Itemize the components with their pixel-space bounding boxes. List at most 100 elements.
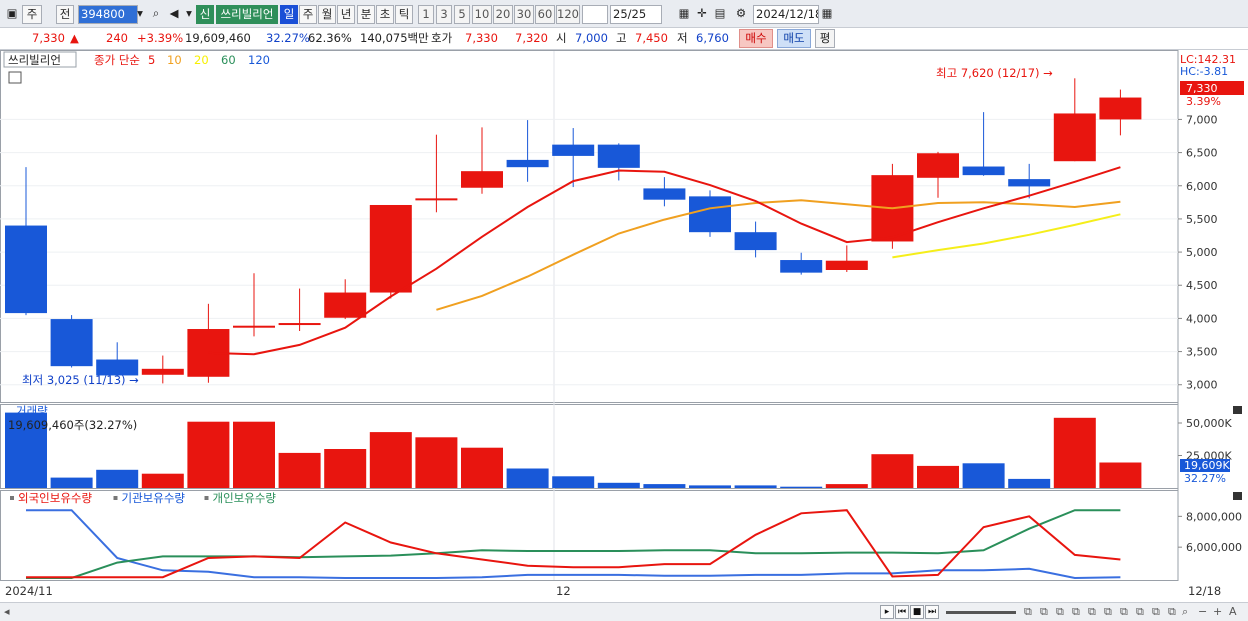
toolbar-button-9[interactable]: 쓰리빌리언 — [216, 5, 278, 24]
toolbar-button-20[interactable]: 10 — [472, 5, 492, 24]
toolbar-button-12[interactable]: 월 — [318, 5, 336, 24]
copy-icon-0[interactable]: ⧉ — [1024, 605, 1032, 619]
volume-panel-close-icon[interactable] — [1233, 406, 1242, 414]
toolbar-input-25[interactable] — [582, 5, 608, 24]
volume-bar — [871, 454, 914, 488]
high-note: 최고 7,620 (12/17) → — [936, 66, 1053, 80]
toolbar-input-31[interactable]: 2024/12/18 — [753, 5, 819, 24]
ma-title: 종가 단순 — [94, 53, 140, 67]
ma-period-120: 120 — [248, 53, 270, 67]
toolbar-button-22[interactable]: 30 — [514, 5, 534, 24]
scroll-right-icon[interactable]: ▸ — [880, 605, 894, 619]
price-change-pct: +3.39% — [137, 31, 184, 45]
grid-icon[interactable]: ▦ — [676, 5, 692, 24]
volume-bar — [825, 484, 868, 488]
toolbar-button-10[interactable]: 일 — [280, 5, 298, 24]
font-size-icon[interactable]: A — [1229, 605, 1237, 619]
high-price: 7,450 — [635, 31, 668, 45]
layout-icon-2[interactable]: ⧉ — [1056, 605, 1064, 619]
toolbar-button-24[interactable]: 120 — [556, 5, 580, 24]
tool-icon-4[interactable]: ⧉ — [1088, 605, 1096, 619]
chart-scroll-bar[interactable]: ◂ ▸ ⏮ ■ ⏭ ⧉ ⧉ ⧉ ⧉ ⧉ ⧉ ⧉ ⧉ ⧉ ⧉ ⌕ − + A — [0, 602, 1248, 621]
candle-body — [141, 368, 184, 375]
price-panel — [0, 50, 1179, 403]
price-badge: 7,330 — [1186, 82, 1218, 95]
holding-panel-close-icon[interactable] — [1233, 492, 1242, 500]
volume-badge-pct: 32.27% — [1184, 472, 1226, 485]
holding-tick-label: 8,000,000 — [1186, 510, 1242, 523]
candle-body — [917, 153, 959, 178]
volume-bar — [187, 421, 230, 488]
toolbar-input-26[interactable]: 25/25 — [610, 5, 662, 24]
toolbar-button-17[interactable]: 1 — [418, 5, 434, 24]
toolbar-button-1[interactable]: 주 — [22, 5, 42, 24]
volume-bar — [1008, 478, 1051, 488]
high-label: 고 — [616, 31, 627, 45]
toolbar-button-2[interactable]: 전 — [56, 5, 74, 24]
candle-body — [506, 159, 549, 168]
tool-icon-6[interactable]: ⧉ — [1120, 605, 1128, 619]
gear-icon[interactable]: ⚙ — [732, 5, 750, 24]
table-toggle-icon[interactable] — [8, 71, 22, 84]
tool-icon-7[interactable]: ⧉ — [1136, 605, 1144, 619]
zoom-search-icon[interactable]: ⌕ — [1182, 605, 1188, 619]
price-tick-label: 5,500 — [1186, 213, 1218, 226]
candle-body — [5, 225, 47, 314]
candle-body — [962, 166, 1005, 176]
toolbar-button-13[interactable]: 년 — [337, 5, 355, 24]
zoom-in-icon[interactable]: + — [1213, 605, 1222, 619]
toolbar-button-23[interactable]: 60 — [535, 5, 555, 24]
price-tick-label: 4,500 — [1186, 279, 1218, 292]
evaluate-button[interactable]: 평 — [815, 29, 835, 48]
scroll-left-icon[interactable]: ◂ — [4, 605, 10, 619]
crosshair-icon[interactable]: ✛ — [694, 5, 710, 24]
calendar-icon[interactable]: ▦ — [819, 5, 835, 24]
dropdown-icon[interactable]: ▾ — [183, 5, 195, 24]
speaker-icon[interactable]: ◀ — [166, 5, 182, 24]
window-icon[interactable]: ▣ — [4, 5, 20, 24]
buy-button[interactable]: 매수 — [739, 29, 773, 48]
dropdown-icon[interactable]: ▾ — [133, 5, 147, 24]
toolbar-input-3[interactable]: 394800 — [78, 5, 138, 24]
ask-price: 7,330 — [465, 31, 498, 45]
toolbar-button-8[interactable]: 신 — [196, 5, 214, 24]
price-tick-label: 5,000 — [1186, 246, 1218, 259]
volume-tick-label: 50,000K — [1186, 417, 1232, 430]
toolbar-button-18[interactable]: 3 — [436, 5, 452, 24]
price-change: 240 — [106, 31, 128, 45]
candle-body — [369, 204, 412, 293]
volume-value-label: 19,609,460주(32.27%) — [8, 418, 137, 432]
stop-icon[interactable]: ■ — [910, 605, 924, 619]
volume-bar — [96, 469, 139, 488]
zoom-slider[interactable] — [946, 611, 1016, 614]
tool-icon-3[interactable]: ⧉ — [1072, 605, 1080, 619]
up-arrow-icon: ▲ — [70, 31, 79, 45]
ma-period-20: 20 — [194, 53, 209, 67]
search-icon[interactable]: ⌕ — [148, 5, 164, 24]
quote-bar: 7,330 ▲ 240 +3.39% 19,609,460 32.27% 62.… — [0, 28, 1248, 50]
zoom-out-icon[interactable]: − — [1198, 605, 1207, 619]
price-tick-label: 6,500 — [1186, 147, 1218, 160]
candle-body — [825, 260, 868, 270]
holding-legend-2: 개인보유수량 — [213, 491, 277, 505]
legend-marker — [204, 496, 209, 500]
toolbar-button-16[interactable]: 틱 — [395, 5, 413, 24]
first-page-icon[interactable]: ⏮ — [895, 605, 909, 619]
ma-period-5: 5 — [148, 53, 155, 67]
toolbar-button-21[interactable]: 20 — [493, 5, 513, 24]
last-page-icon[interactable]: ⏭ — [925, 605, 939, 619]
tool-icon-8[interactable]: ⧉ — [1152, 605, 1160, 619]
open-price: 7,000 — [575, 31, 608, 45]
toolbar-button-15[interactable]: 초 — [376, 5, 394, 24]
toolbar-button-14[interactable]: 분 — [357, 5, 375, 24]
sell-button[interactable]: 매도 — [777, 29, 811, 48]
stock-chart[interactable]: 7,000 6,500 6,000 5,500 5,000 4,500 4,000 3,500… — [0, 50, 1248, 602]
save-icon[interactable]: ▤ — [712, 5, 728, 24]
tool-icon-9[interactable]: ⧉ — [1168, 605, 1176, 619]
toolbar-button-19[interactable]: 5 — [454, 5, 470, 24]
volume-bar — [415, 437, 458, 488]
volume-bar — [461, 447, 503, 488]
tool-icon-5[interactable]: ⧉ — [1104, 605, 1112, 619]
toolbar-button-11[interactable]: 주 — [299, 5, 317, 24]
window-icon-1[interactable]: ⧉ — [1040, 605, 1048, 619]
